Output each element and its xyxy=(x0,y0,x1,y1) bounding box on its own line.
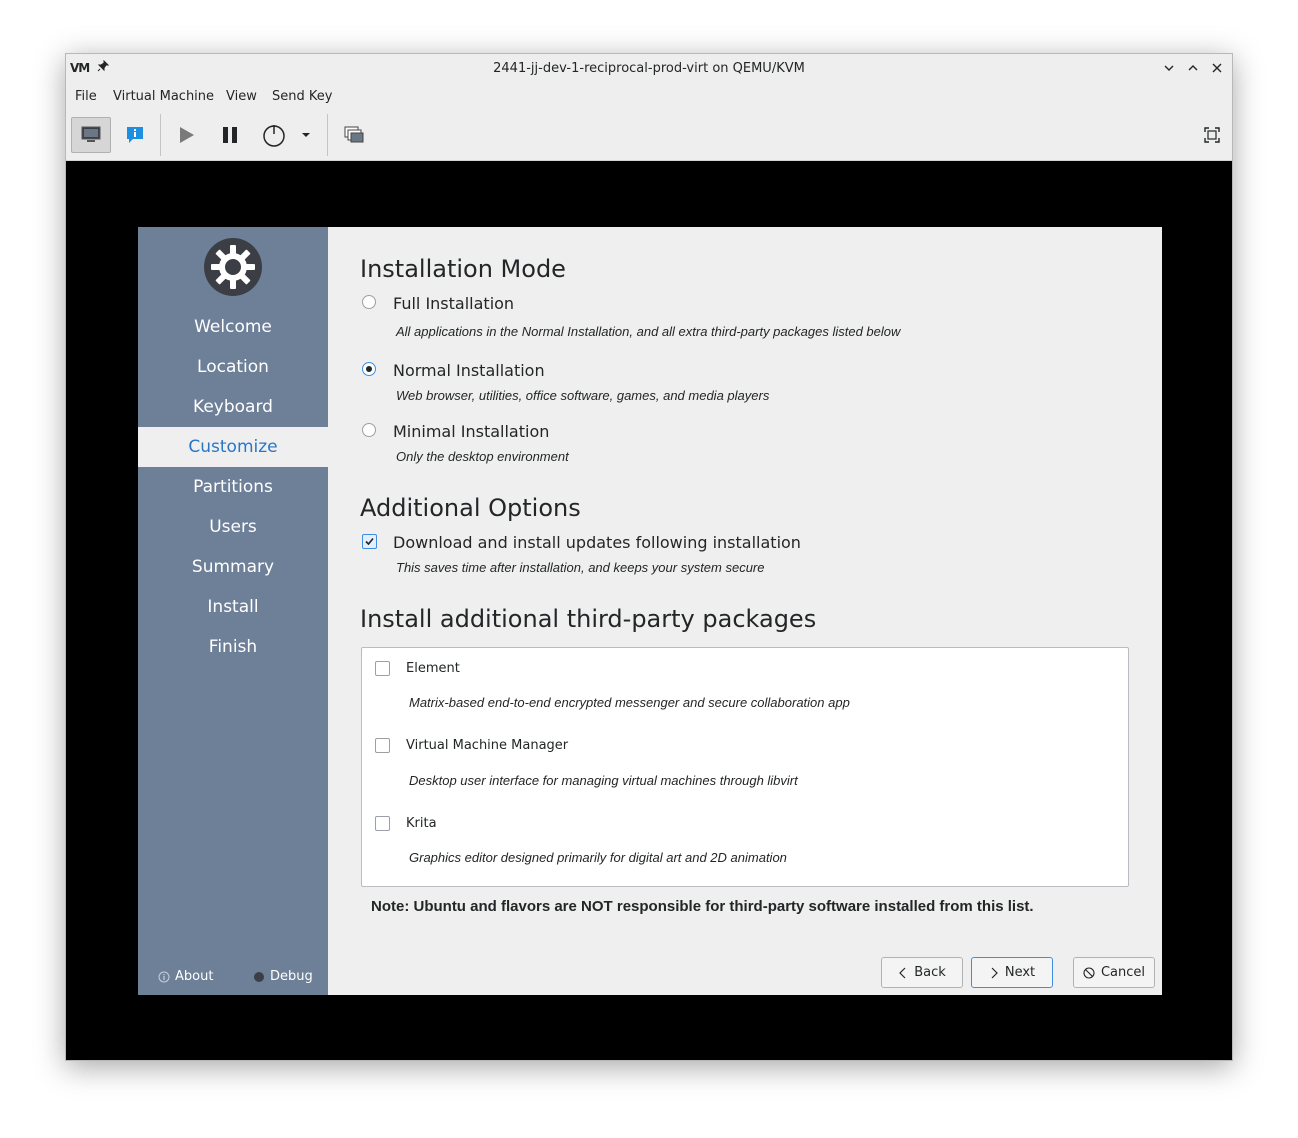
snapshots-button[interactable] xyxy=(334,117,374,153)
virt-manager-checkbox[interactable] xyxy=(375,738,390,753)
installation-mode-heading: Installation Mode xyxy=(360,255,566,283)
snapshots-icon xyxy=(344,126,364,143)
back-label: Back xyxy=(914,965,946,980)
power-menu-dropdown[interactable] xyxy=(294,117,318,153)
console-view-button[interactable] xyxy=(71,117,111,153)
fullscreen-icon xyxy=(1204,127,1220,143)
full-installation-label[interactable]: Full Installation xyxy=(393,294,514,313)
play-icon xyxy=(180,127,194,143)
krita-checkbox[interactable] xyxy=(375,816,390,831)
power-icon xyxy=(263,125,285,147)
sidebar-item-customize: Customize xyxy=(138,427,328,467)
pause-button[interactable] xyxy=(210,117,250,153)
sidebar-item-install: Install xyxy=(207,597,259,617)
menu-send-key[interactable]: Send Key xyxy=(272,89,332,104)
download-updates-description: This saves time after installation, and … xyxy=(396,560,765,575)
menu-bar: File Virtual Machine View Send Key xyxy=(66,84,1232,110)
maximize-button[interactable] xyxy=(1184,58,1202,78)
minimal-installation-description: Only the desktop environment xyxy=(396,449,569,464)
vm-viewer-window: VM 2441-jj-dev-1-reciprocal-prod-virt on… xyxy=(65,53,1233,1061)
back-button[interactable]: Back xyxy=(881,957,963,988)
minimal-installation-radio[interactable] xyxy=(362,423,376,437)
debug-button[interactable]: Debug xyxy=(253,969,313,984)
sidebar-item-keyboard: Keyboard xyxy=(193,397,273,417)
full-installation-radio[interactable] xyxy=(362,295,376,309)
normal-installation-description: Web browser, utilities, office software,… xyxy=(396,388,770,403)
close-icon xyxy=(1212,63,1222,73)
installer-content: Installation Mode Full Installation All … xyxy=(328,227,1162,995)
element-description: Matrix-based end-to-end encrypted messen… xyxy=(409,695,850,710)
pause-icon xyxy=(223,127,237,143)
run-button[interactable] xyxy=(166,117,206,153)
third-party-note: Note: Ubuntu and flavors are NOT respons… xyxy=(371,898,1034,915)
about-label: About xyxy=(175,969,214,984)
sidebar-item-partitions: Partitions xyxy=(193,477,273,497)
sidebar-item-users: Users xyxy=(209,517,257,537)
additional-options-heading: Additional Options xyxy=(360,494,581,522)
monitor-icon xyxy=(81,126,101,142)
checkmark-icon xyxy=(365,537,374,546)
sidebar-item-finish: Finish xyxy=(208,637,258,657)
cancel-icon xyxy=(1083,966,1095,979)
toolbar-separator xyxy=(160,114,161,156)
window-title: 2441-jj-dev-1-reciprocal-prod-virt on QE… xyxy=(493,61,805,76)
third-party-heading: Install additional third-party packages xyxy=(360,605,817,633)
chevron-up-icon xyxy=(1188,65,1198,71)
about-button[interactable]: About xyxy=(158,969,213,984)
info-bubble-icon xyxy=(127,127,143,143)
dropdown-arrow-icon xyxy=(302,133,310,137)
sidebar-item-summary: Summary xyxy=(191,557,275,577)
krita-label[interactable]: Krita xyxy=(406,816,437,831)
cancel-button[interactable]: Cancel xyxy=(1073,957,1155,988)
menu-file[interactable]: File xyxy=(75,89,97,104)
download-updates-label[interactable]: Download and install updates following i… xyxy=(393,533,801,552)
virt-manager-label[interactable]: Virtual Machine Manager xyxy=(406,738,568,753)
menu-view[interactable]: View xyxy=(226,89,257,104)
next-label: Next xyxy=(1004,965,1036,980)
element-checkbox[interactable] xyxy=(375,661,390,676)
power-button[interactable] xyxy=(254,117,294,153)
minimize-button[interactable] xyxy=(1160,58,1178,78)
fullscreen-button[interactable] xyxy=(1192,117,1232,153)
title-bar: VM 2441-jj-dev-1-reciprocal-prod-virt on… xyxy=(66,54,1232,84)
info-icon xyxy=(158,971,170,982)
normal-installation-label[interactable]: Normal Installation xyxy=(393,361,545,380)
debug-dot-icon xyxy=(254,971,264,982)
chevron-left-icon xyxy=(899,967,906,978)
minimal-installation-label[interactable]: Minimal Installation xyxy=(393,422,549,441)
toolbar-separator xyxy=(327,114,328,156)
debug-label: Debug xyxy=(270,969,313,984)
next-button[interactable]: Next xyxy=(971,957,1053,988)
full-installation-description: All applications in the Normal Installat… xyxy=(396,324,901,339)
chevron-right-icon xyxy=(991,967,998,978)
details-view-button[interactable] xyxy=(115,117,155,153)
chevron-down-icon xyxy=(1164,65,1174,71)
element-label[interactable]: Element xyxy=(406,661,460,676)
sidebar-item-location: Location xyxy=(197,357,269,377)
cancel-label: Cancel xyxy=(1100,965,1146,980)
download-updates-checkbox[interactable] xyxy=(362,534,377,549)
normal-installation-radio[interactable] xyxy=(362,362,376,376)
guest-display[interactable]: Welcome Location Keyboard Customize Part… xyxy=(138,227,1162,995)
toolbar xyxy=(66,110,1232,161)
krita-description: Graphics editor designed primarily for d… xyxy=(409,850,787,865)
installer-logo-icon xyxy=(204,238,262,296)
third-party-package-list: Element Matrix-based end-to-end encrypte… xyxy=(361,647,1129,887)
close-button[interactable] xyxy=(1208,58,1226,78)
virt-manager-description: Desktop user interface for managing virt… xyxy=(409,773,798,788)
sidebar-item-welcome: Welcome xyxy=(194,317,272,337)
installer-sidebar: Welcome Location Keyboard Customize Part… xyxy=(138,227,328,995)
menu-virtual-machine[interactable]: Virtual Machine xyxy=(113,89,214,104)
